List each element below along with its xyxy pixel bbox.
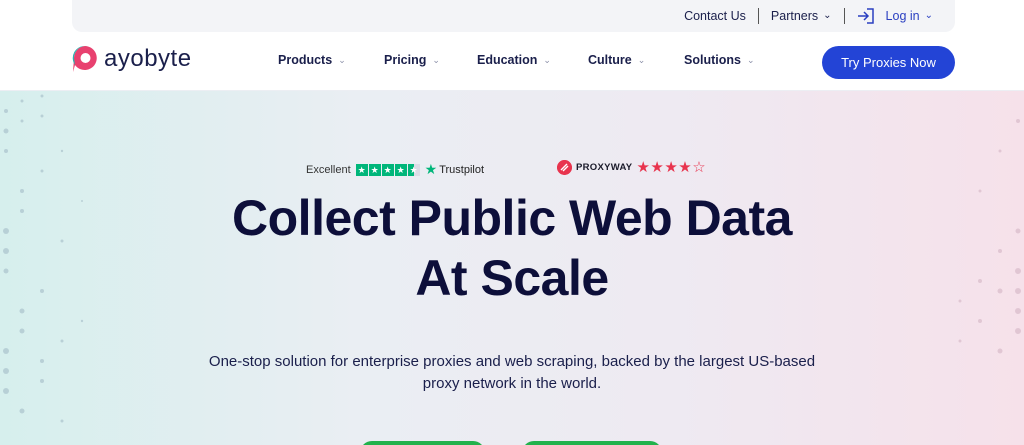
chevron-down-icon: ⌄ [543, 54, 551, 65]
utility-bar: Contact Us Partners ⌄ Log in ⌄ [72, 0, 955, 32]
star-outline-icon: ☆ [692, 159, 707, 176]
proxyway-logo-icon [557, 160, 572, 175]
half-star-icon: ★ [407, 163, 420, 176]
contact-us-link[interactable]: Contact Us [684, 9, 746, 23]
nav-item-label: Products [278, 53, 333, 67]
chevron-down-icon: ⌄ [746, 54, 755, 65]
login-arrow-icon [857, 8, 874, 24]
chevron-down-icon: ⌄ [338, 54, 346, 65]
nav-item-solutions[interactable]: Solutions ⌄ [684, 53, 755, 67]
headline-line-2: At Scale [415, 250, 609, 306]
partners-label: Partners [770, 9, 819, 23]
partners-menu[interactable]: Partners ⌄ [771, 9, 832, 23]
nav-item-label: Culture [588, 53, 632, 67]
contact-us-label: Contact Us [684, 9, 746, 23]
trustpilot-prefix: Excellent [306, 163, 351, 176]
logo[interactable]: ayobyte [72, 45, 192, 73]
star-icon: ★ [381, 163, 394, 176]
star-icon: ★ [368, 163, 381, 176]
secondary-cta-button[interactable] [522, 441, 662, 445]
nav-item-label: Solutions [684, 53, 741, 67]
star-icon: ★ [636, 159, 651, 176]
star-icon: ★ [424, 161, 438, 177]
nav-item-products[interactable]: Products ⌄ [278, 53, 384, 67]
main-navbar: ayobyte Products ⌄ Pricing ⌄ Education ⌄… [0, 32, 1024, 91]
trustpilot-rating[interactable]: Excellent ★ ★ ★ ★ ★ ★ Trustpilot [306, 161, 484, 178]
nav-item-label: Education [477, 53, 538, 67]
subtext-line-2: proxy network in the world. [422, 375, 602, 392]
nav-item-culture[interactable]: Culture ⌄ [588, 53, 684, 67]
subtext-line-1: One-stop solution for enterprise proxies… [208, 353, 816, 370]
chevron-down-icon: ⌄ [432, 54, 440, 65]
star-icon: ★ [650, 159, 665, 176]
logo-mark-icon [72, 45, 97, 72]
ratings-row: Excellent ★ ★ ★ ★ ★ ★ Trustpilot PROXYWA… [0, 159, 1024, 179]
hero-headline: Collect Public Web Data At Scale [0, 188, 1024, 308]
chevron-down-icon: ⌄ [924, 10, 933, 21]
divider [843, 8, 845, 24]
nav-item-pricing[interactable]: Pricing ⌄ [384, 53, 477, 67]
nav-item-education[interactable]: Education ⌄ [477, 53, 588, 67]
chevron-down-icon: ⌄ [637, 54, 646, 65]
star-icon: ★ [355, 163, 368, 176]
trustpilot-stars: ★ ★ ★ ★ ★ [355, 163, 420, 176]
try-proxies-button[interactable]: Try Proxies Now [822, 46, 955, 79]
hero-subtext: One-stop solution for enterprise proxies… [0, 351, 1024, 395]
star-icon: ★ [678, 159, 693, 176]
logo-text: ayobyte [104, 45, 192, 72]
nav-item-label: Pricing [384, 53, 427, 67]
nav-links: Products ⌄ Pricing ⌄ Education ⌄ Culture… [278, 53, 755, 67]
login-label: Log in [885, 9, 920, 23]
star-icon: ★ [664, 159, 679, 176]
divider [757, 8, 759, 24]
hero-section: Excellent ★ ★ ★ ★ ★ ★ Trustpilot PROXYWA… [0, 91, 1024, 445]
primary-cta-button[interactable] [360, 441, 485, 445]
trustpilot-logo: ★ Trustpilot [425, 161, 484, 178]
trustpilot-brand: Trustpilot [439, 163, 485, 176]
proxyway-rating[interactable]: PROXYWAY ★★★★☆ [557, 160, 706, 175]
chevron-down-icon: ⌄ [823, 10, 832, 21]
proxyway-stars: ★★★★☆ [636, 160, 706, 175]
proxyway-brand: PROXYWAY [576, 162, 633, 173]
star-icon: ★ [394, 163, 407, 176]
login-link[interactable]: Log in ⌄ [857, 8, 933, 24]
headline-line-1: Collect Public Web Data [232, 190, 792, 246]
